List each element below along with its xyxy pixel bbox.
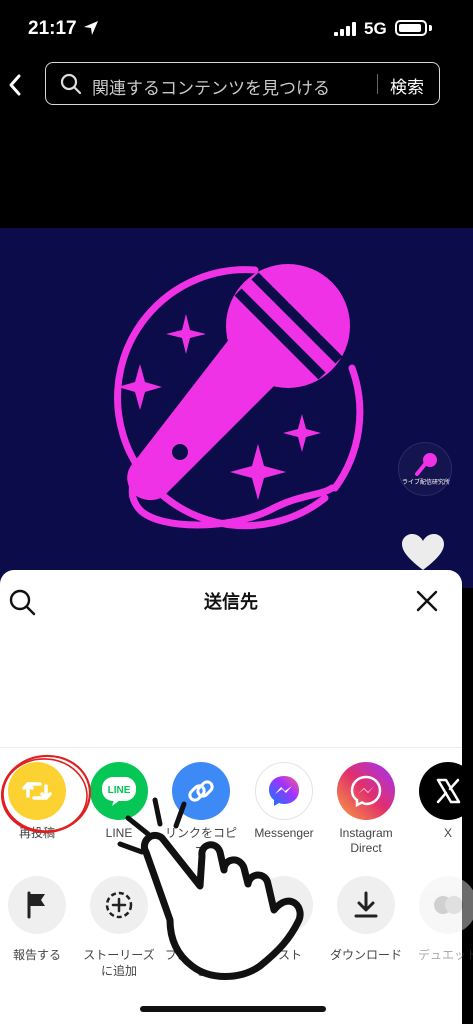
- share-instagram-direct[interactable]: Instagram Direct: [325, 762, 407, 856]
- action-label: 報告する: [12, 948, 61, 962]
- duet-icon: [419, 876, 473, 934]
- status-time: 21:17: [28, 18, 77, 39]
- share-label: Instagram Direct: [339, 826, 393, 855]
- status-bar: 21:17 5G: [0, 0, 473, 58]
- search-bar[interactable]: 関連するコンテンツを見つける 検索: [45, 62, 440, 105]
- video-player[interactable]: ライブ配信研究所: [0, 228, 473, 588]
- heart-icon[interactable]: [400, 532, 446, 572]
- microphone-cover-art: [114, 264, 364, 530]
- close-icon[interactable]: [416, 590, 438, 612]
- action-report[interactable]: 報告する: [0, 876, 78, 963]
- action-download[interactable]: ダウンロード: [325, 876, 407, 963]
- back-button[interactable]: [4, 68, 26, 102]
- share-x[interactable]: X: [407, 762, 473, 841]
- action-duet[interactable]: デュエット: [407, 876, 473, 963]
- divider: [0, 747, 462, 748]
- watermark-text: ライブ配信研究所: [401, 479, 450, 486]
- signal-icon: [334, 22, 356, 36]
- x-logo-icon: [419, 762, 473, 820]
- battery-level: [399, 24, 421, 32]
- header: 関連するコンテンツを見つける 検索: [0, 58, 473, 228]
- sheet-title: 送信先: [204, 592, 258, 613]
- battery-tip: [429, 25, 432, 31]
- battery-icon: [395, 20, 427, 36]
- channel-watermark: ライブ配信研究所: [398, 442, 452, 496]
- instagram-direct-icon: [337, 762, 395, 820]
- flag-icon: [8, 876, 66, 934]
- download-icon: [337, 876, 395, 934]
- location-arrow-icon: [84, 21, 98, 35]
- action-label: ダウンロード: [329, 948, 402, 962]
- mic-logo-icon: [415, 453, 437, 476]
- search-divider: [377, 74, 378, 94]
- search-icon: [60, 73, 82, 95]
- pointing-hand-illustration: [117, 797, 304, 980]
- highlight-ring: [0, 754, 92, 834]
- share-label: X: [443, 826, 452, 840]
- search-input[interactable]: 関連するコンテンツを見つける: [92, 74, 330, 99]
- home-indicator[interactable]: [140, 1006, 326, 1012]
- search-button[interactable]: 検索: [390, 73, 424, 98]
- network-type: 5G: [364, 19, 387, 38]
- action-label: デュエット: [417, 948, 473, 962]
